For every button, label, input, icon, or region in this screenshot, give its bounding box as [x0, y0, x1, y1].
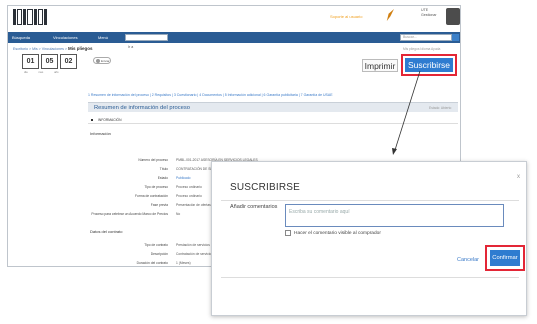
visible-checkbox-label: Hacer el comentario visible al comprador — [294, 231, 381, 236]
subscribe-button-highlight: Suscribirse — [401, 54, 457, 76]
nav-select-value: Ir a — [128, 45, 134, 49]
date-box-day: 01 — [22, 54, 39, 69]
field-value: 1 (Meses) — [176, 261, 191, 265]
collapse-icon — [91, 119, 93, 121]
field-value: Proceso ordinario — [176, 185, 202, 189]
breadcrumb: Escritorio > Mis > Vinculaciones > Mis p… — [13, 46, 92, 51]
nav-item-busqueda[interactable]: Búsqueda — [12, 35, 30, 40]
date-label-year: año — [54, 71, 59, 74]
field-label: Estado — [157, 176, 168, 180]
share-button[interactable]: Enviar — [93, 57, 111, 64]
top-header: Soporte al usuario UTE Gestionar — [8, 6, 460, 31]
add-comment-label: Añadir comentarios — [230, 204, 278, 210]
search-icon[interactable] — [452, 34, 459, 41]
field-label: Duración del contrato — [136, 261, 168, 265]
field-label: Proceso para celebrar un Acuerdo Marco d… — [91, 212, 168, 216]
field-label: Forma de contratación — [135, 194, 168, 198]
support-link[interactable]: Soporte al usuario — [330, 14, 362, 19]
collapse-row[interactable]: INFORMACIÓN — [88, 117, 458, 124]
modal-title: SUSCRIBIRSE — [230, 182, 300, 193]
field-label: Número del proceso — [138, 158, 168, 162]
modal-footer-divider — [221, 277, 519, 278]
visible-checkbox[interactable] — [285, 230, 291, 236]
collapse-row-label: INFORMACIÓN — [98, 118, 122, 122]
share-icon — [96, 59, 100, 63]
section-header: Resumen de información del proceso Estad… — [88, 102, 458, 112]
field-label: Tipo de contrato — [144, 243, 168, 247]
field-label: Título — [159, 167, 168, 171]
nav-select[interactable]: Ir a — [125, 34, 168, 49]
section-links[interactable]: 1 Resumen de información del proceso | 2… — [88, 93, 333, 97]
date-box-year: 02 — [60, 54, 77, 69]
screenshot-stage: Soporte al usuario UTE Gestionar Búsqued… — [0, 0, 537, 324]
date-label-month: mes — [38, 71, 44, 74]
user-role: Gestionar — [421, 13, 437, 17]
comment-textarea[interactable]: Escriba su comentario aquí — [285, 204, 504, 227]
date-box-month: 05 — [41, 54, 58, 69]
cancel-button[interactable]: Cancelar — [457, 257, 479, 263]
user-info[interactable]: UTE Gestionar — [421, 8, 445, 18]
logo — [13, 9, 47, 25]
chart-icon — [386, 9, 394, 21]
comment-placeholder: Escriba su comentario aquí — [289, 209, 350, 215]
field-label: Tipo de proceso — [144, 185, 168, 189]
confirm-button-highlight: Confirmar — [485, 245, 525, 271]
subsection-info: Información — [90, 131, 111, 136]
section-title: Resumen de información del proceso — [94, 105, 191, 111]
field-value: Contratación de servicios — [176, 252, 214, 256]
date-label-day: día — [24, 71, 28, 74]
print-button[interactable]: Imprimir — [362, 59, 398, 72]
breadcrumb-path[interactable]: Escritorio > Mis > Vinculaciones > — [13, 47, 67, 51]
search-input[interactable]: Buscar... — [400, 34, 452, 41]
subscribe-modal: SUSCRIBIRSE x Añadir comentarios Escriba… — [211, 161, 527, 316]
close-icon[interactable]: x — [517, 174, 520, 180]
confirm-button[interactable]: Confirmar — [490, 250, 520, 266]
share-label: Enviar — [101, 59, 110, 63]
field-value: No — [176, 212, 181, 216]
field-value: Proceso ordinario — [176, 194, 202, 198]
avatar[interactable] — [446, 8, 460, 25]
subscribe-button[interactable]: Suscribirse — [405, 58, 453, 72]
modal-divider — [221, 200, 519, 201]
field-label: Descripción — [150, 252, 168, 256]
field-value: Prestación de servicios — [176, 243, 210, 247]
section-status: Estado: Abierto — [429, 106, 452, 110]
subsection-contract: Datos del contrato — [90, 229, 123, 234]
field-value[interactable]: Publicado — [176, 176, 190, 180]
top-right-links[interactable]: Mis pliegos Idioma Ayuda — [403, 47, 440, 51]
date-boxes: 01 05 02 — [22, 54, 77, 69]
main-nav: Búsqueda Vinculaciones Menú Ir a Buscar.… — [8, 32, 460, 49]
date-labels: día mes año — [24, 71, 58, 74]
field-label: Fase previa — [150, 203, 168, 207]
nav-item-vinculaciones[interactable]: Vinculaciones — [53, 35, 78, 40]
page-title: Mis pliegos — [67, 46, 93, 51]
nav-item-menu[interactable]: Menú — [98, 35, 108, 40]
field-value: Presentación de ofertas — [176, 203, 211, 207]
